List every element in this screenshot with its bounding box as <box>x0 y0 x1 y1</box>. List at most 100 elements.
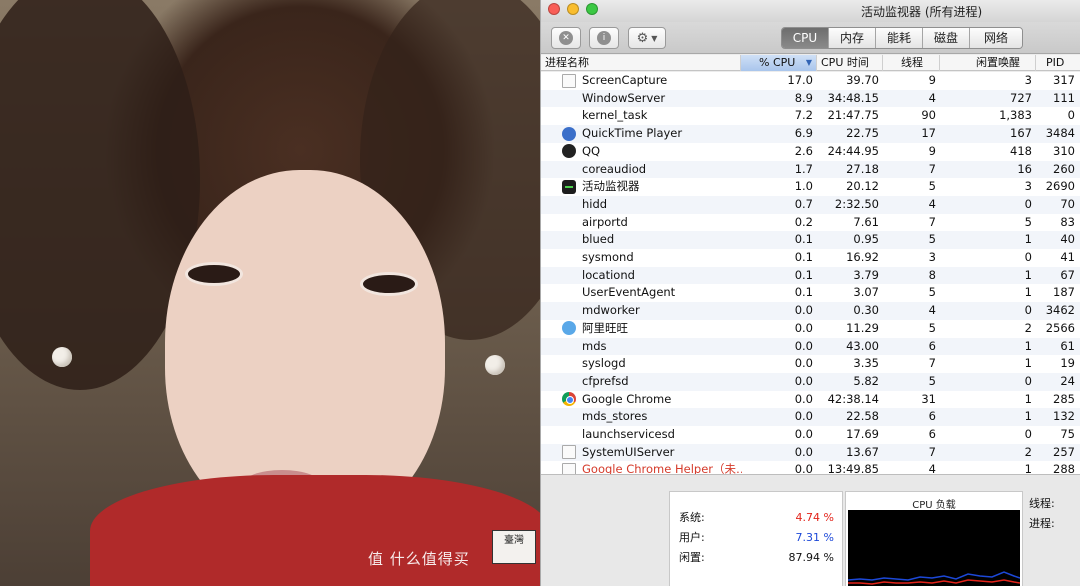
process-idle-wakeups: 1 <box>1024 462 1032 474</box>
process-pid: 285 <box>1053 391 1075 406</box>
process-pid: 111 <box>1053 90 1075 105</box>
column-header-name[interactable]: 进程名称 <box>541 55 741 71</box>
process-icon-cell <box>561 107 577 124</box>
process-idle-wakeups: 1 <box>1024 267 1032 282</box>
table-row[interactable]: WindowServer 8.9 34:48.15 4 727 111 <box>541 89 1080 108</box>
column-header-idle-wakeups[interactable]: 闲置唤醒 <box>940 55 1036 71</box>
process-cpu-time: 39.70 <box>846 73 879 87</box>
column-header-cpu[interactable]: % CPU ▼ <box>741 55 817 71</box>
process-threads: 7 <box>928 161 936 176</box>
process-cpu: 0.2 <box>794 214 813 229</box>
process-threads: 17 <box>921 126 936 141</box>
table-row[interactable]: hidd 0.7 2:32.50 4 0 70 <box>541 195 1080 214</box>
table-row[interactable]: UserEventAgent 0.1 3.07 5 1 187 <box>541 284 1080 302</box>
minimize-window-button[interactable] <box>567 3 579 15</box>
system-label: 系统: <box>679 511 705 524</box>
quit-process-button[interactable]: ✕ <box>551 27 581 49</box>
close-window-button[interactable] <box>548 3 560 15</box>
process-table: ScreenCapture 17.0 39.70 9 3 317 WindowServer 8… <box>541 72 1080 474</box>
process-name: mds <box>582 338 607 353</box>
process-threads: 5 <box>928 232 936 247</box>
process-cpu-time: 3.35 <box>853 356 879 371</box>
process-icon-cell <box>561 284 577 301</box>
process-pid: 0 <box>1067 108 1075 123</box>
process-cpu: 1.7 <box>794 161 813 176</box>
process-pid: 2566 <box>1045 320 1075 335</box>
idle-stat: 闲置: 87.94 % <box>670 548 842 568</box>
process-pid: 70 <box>1060 196 1075 211</box>
tab-energy[interactable]: 能耗 <box>876 28 923 48</box>
process-threads: 7 <box>928 214 936 229</box>
seal-stamp: 臺灣 <box>492 530 536 564</box>
process-threads: 8 <box>928 267 936 282</box>
process-name: syslogd <box>582 356 626 371</box>
process-cpu: 0.7 <box>794 196 813 211</box>
table-row[interactable]: cfprefsd 0.0 5.82 5 0 24 <box>541 372 1080 391</box>
process-icon-cell <box>561 125 577 142</box>
qq-penguin-icon <box>562 144 576 159</box>
system-stat: 系统: 4.74 % <box>670 508 842 528</box>
column-header-cpu-time[interactable]: CPU 时间 <box>817 55 883 71</box>
process-cpu: 0.0 <box>794 356 813 371</box>
process-idle-wakeups: 0 <box>1024 373 1032 388</box>
table-row[interactable]: blued 0.1 0.95 5 1 40 <box>541 231 1080 249</box>
process-idle-wakeups: 2 <box>1024 320 1032 335</box>
table-row[interactable]: locationd 0.1 3.79 8 1 67 <box>541 266 1080 285</box>
process-name: 活动监视器 <box>582 179 640 194</box>
table-row[interactable]: mdworker 0.0 0.30 4 0 3462 <box>541 302 1080 320</box>
inspect-process-button[interactable]: i <box>589 27 619 49</box>
pearl-earring <box>485 355 505 375</box>
process-icon-cell <box>561 391 577 408</box>
table-row[interactable]: QuickTime Player 6.9 22.75 17 167 3484 <box>541 125 1080 143</box>
process-cpu-time: 34:48.15 <box>827 90 879 105</box>
process-cpu: 0.1 <box>794 232 813 247</box>
table-row[interactable]: 阿里旺旺 0.0 11.29 5 2 2566 <box>541 320 1080 338</box>
table-row[interactable]: Google Chrome 0.0 42:38.14 31 1 285 <box>541 391 1080 409</box>
table-row[interactable]: launchservicesd 0.0 17.69 6 0 75 <box>541 426 1080 444</box>
table-row[interactable]: sysmond 0.1 16.92 3 0 41 <box>541 249 1080 267</box>
tab-disk[interactable]: 磁盘 <box>923 28 970 48</box>
process-idle-wakeups: 1 <box>1024 356 1032 371</box>
process-cpu: 0.1 <box>794 285 813 300</box>
table-row[interactable]: syslogd 0.0 3.35 7 1 19 <box>541 355 1080 373</box>
table-row[interactable]: mds 0.0 43.00 6 1 61 <box>541 337 1080 356</box>
process-icon-cell <box>561 161 577 178</box>
process-cpu: 2.6 <box>794 143 813 158</box>
process-cpu-time: 27.18 <box>846 161 879 176</box>
table-row[interactable]: Google Chrome Helper（未… 0.0 13:49.85 4 1 288 <box>541 461 1080 474</box>
document-icon <box>562 462 576 474</box>
process-pid: 288 <box>1053 462 1075 474</box>
process-cpu-time: 16.92 <box>846 250 879 264</box>
toolbar: ✕ i ⚙ ▼ CPU 内存 能耗 磁盘 网络 <box>541 22 1080 54</box>
process-idle-wakeups: 3 <box>1024 179 1032 194</box>
tab-memory[interactable]: 内存 <box>829 28 876 48</box>
process-idle-wakeups: 0 <box>1024 250 1032 264</box>
process-cpu: 6.9 <box>794 126 813 141</box>
table-row[interactable]: SystemUIServer 0.0 13.67 7 2 257 <box>541 443 1080 462</box>
zoom-window-button[interactable] <box>586 3 598 15</box>
process-name: UserEventAgent <box>582 285 676 300</box>
table-row[interactable]: ScreenCapture 17.0 39.70 9 3 317 <box>541 72 1080 90</box>
tab-network[interactable]: 网络 <box>970 28 1022 48</box>
column-header-pid[interactable]: PID <box>1036 55 1080 71</box>
table-row[interactable]: mds_stores 0.0 22.58 6 1 132 <box>541 408 1080 426</box>
process-icon-cell <box>561 214 577 231</box>
process-pid: 2690 <box>1045 179 1075 194</box>
process-pid: 83 <box>1060 214 1075 229</box>
table-row[interactable]: QQ 2.6 24:44.95 9 418 310 <box>541 143 1080 161</box>
tab-cpu[interactable]: CPU <box>782 28 829 48</box>
action-menu-button[interactable]: ⚙ ▼ <box>628 27 666 49</box>
table-row[interactable]: kernel_task 7.2 21:47.75 90 1,383 0 <box>541 107 1080 125</box>
table-row[interactable]: coreaudiod 1.7 27.18 7 16 260 <box>541 160 1080 179</box>
table-row[interactable]: 活动监视器 1.0 20.12 5 3 2690 <box>541 178 1080 196</box>
process-pid: 19 <box>1060 356 1075 371</box>
column-header-threads[interactable]: 线程 <box>883 55 940 71</box>
table-row[interactable]: airportd 0.2 7.61 7 5 83 <box>541 214 1080 232</box>
process-name: mds_stores <box>582 409 648 424</box>
process-name: mdworker <box>582 303 640 318</box>
process-cpu: 17.0 <box>787 73 813 87</box>
quicktime-icon <box>562 126 576 141</box>
gear-icon: ⚙ <box>636 30 649 46</box>
idle-value: 87.94 % <box>788 551 834 564</box>
process-cpu-time: 20.12 <box>846 179 879 194</box>
